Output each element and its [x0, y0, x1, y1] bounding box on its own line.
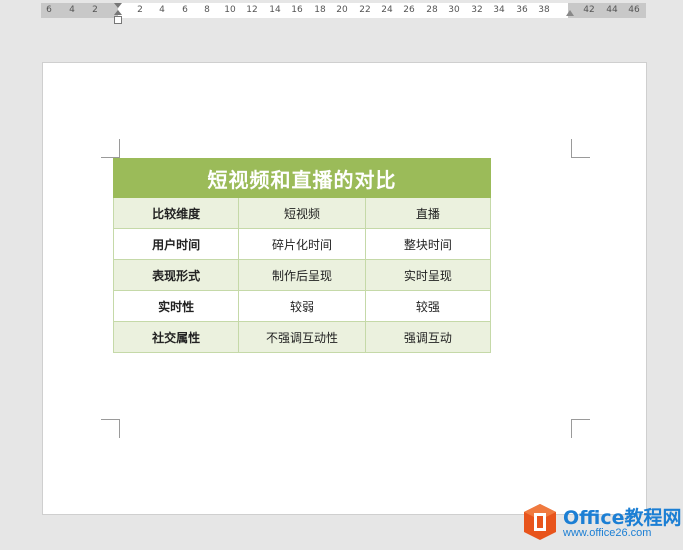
ruler-label: 42: [583, 5, 595, 15]
ruler-label: 28: [426, 5, 438, 15]
ruler-label: 8: [204, 5, 210, 15]
watermark-url: www.office26.com: [563, 527, 652, 539]
table-row: 用户时间 碎片化时间 整块时间: [112, 228, 492, 260]
left-indent-marker[interactable]: [114, 16, 122, 24]
ruler-label: 6: [182, 5, 188, 15]
ruler-label: 14: [269, 5, 281, 15]
table-cell[interactable]: 社交属性: [112, 321, 240, 353]
document-page[interactable]: 短视频和直播的对比 比较维度 短视频 直播 用户时间 碎片化时间 整块时间 表现…: [42, 62, 647, 515]
table-cell[interactable]: 比较维度: [112, 197, 240, 229]
ruler-label: 20: [336, 5, 348, 15]
table-cell[interactable]: 碎片化时间: [238, 228, 366, 260]
table-row: 社交属性 不强调互动性 强调互动: [112, 321, 492, 353]
comparison-table[interactable]: 短视频和直播的对比 比较维度 短视频 直播 用户时间 碎片化时间 整块时间 表现…: [112, 158, 492, 353]
ruler-label: 2: [92, 5, 98, 15]
ruler-label: 34: [493, 5, 505, 15]
table-cell[interactable]: 用户时间: [112, 228, 240, 260]
table-cell[interactable]: 直播: [364, 197, 492, 229]
margin-corner-mark: [571, 419, 590, 438]
table-cell[interactable]: 强调互动: [364, 321, 492, 353]
ruler-label: 6: [46, 5, 52, 15]
table-cell[interactable]: 实时性: [112, 290, 240, 322]
table-row: 表现形式 制作后呈现 实时呈现: [112, 259, 492, 291]
margin-corner-mark: [101, 139, 120, 158]
table-row: 比较维度 短视频 直播: [112, 197, 492, 229]
table-title[interactable]: 短视频和直播的对比: [113, 158, 491, 198]
ruler-label: 2: [137, 5, 143, 15]
table-cell[interactable]: 较强: [364, 290, 492, 322]
table-cell[interactable]: 实时呈现: [364, 259, 492, 291]
ruler-label: 44: [606, 5, 618, 15]
ruler-label: 24: [381, 5, 393, 15]
table-cell[interactable]: 整块时间: [364, 228, 492, 260]
right-indent-marker[interactable]: [566, 10, 574, 16]
table-cell[interactable]: 表现形式: [112, 259, 240, 291]
table-title-row: 短视频和直播的对比: [113, 158, 491, 198]
office-logo-icon: [524, 504, 556, 540]
horizontal-ruler[interactable]: 6 4 2 2 4 6 8 10 12 14 16 18 20 22 24 26…: [41, 3, 646, 24]
ruler-label: 18: [314, 5, 326, 15]
ruler-label: 16: [291, 5, 303, 15]
table-cell[interactable]: 短视频: [238, 197, 366, 229]
hanging-indent-marker[interactable]: [114, 10, 122, 15]
ruler-label: 46: [628, 5, 640, 15]
ruler-label: 22: [359, 5, 371, 15]
ruler-label: 32: [471, 5, 483, 15]
ruler-label: 36: [516, 5, 528, 15]
table-cell[interactable]: 较弱: [238, 290, 366, 322]
margin-corner-mark: [101, 419, 120, 438]
ruler-label: 38: [538, 5, 550, 15]
first-line-indent-marker[interactable]: [114, 3, 122, 8]
ruler-label: 4: [69, 5, 75, 15]
ruler-label: 12: [246, 5, 258, 15]
ruler-label: 4: [159, 5, 165, 15]
margin-corner-mark: [571, 139, 590, 158]
office26-watermark: Office教程网 www.office26.com: [517, 500, 683, 545]
ruler-label: 26: [403, 5, 415, 15]
table-cell[interactable]: 不强调互动性: [238, 321, 366, 353]
ruler-label: 30: [448, 5, 460, 15]
table-cell[interactable]: 制作后呈现: [238, 259, 366, 291]
ruler-label: 10: [224, 5, 236, 15]
table-row: 实时性 较弱 较强: [112, 290, 492, 322]
watermark-brand: Office教程网: [563, 507, 682, 529]
